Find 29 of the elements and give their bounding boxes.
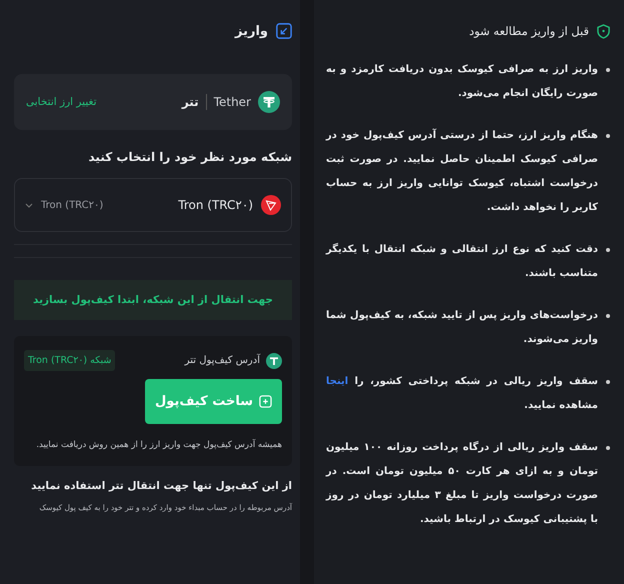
deposit-icon bbox=[276, 23, 292, 39]
tether-icon bbox=[266, 352, 282, 368]
currency-symbol: Tether bbox=[214, 95, 251, 109]
note-text: سقف واریز ریالی از درگاه پرداخت روزانه ۱۰۰ میلیون تومان و به ازای هر کارت ۵۰ میلیون تومان است. در صورت درخواست واریز تا مبلغ ۳ میلیارد تومان در روز با پشتیبانی کیوسک در ارتباط باشید. bbox=[326, 440, 598, 527]
tether-icon bbox=[258, 91, 280, 113]
warning-title: از این کیف‌پول تنها جهت انتقال تتر استفاده نمایید bbox=[30, 480, 292, 492]
wallet-label: آدرس کیف‌پول تتر bbox=[184, 355, 260, 366]
network-value: Tron (TRC۲۰) bbox=[41, 200, 104, 210]
network-prompt: شبکه مورد نظر خود را انتخاب کنید bbox=[88, 150, 292, 164]
shield-icon bbox=[597, 24, 610, 38]
currency-name: تتر bbox=[182, 95, 199, 109]
notes-title: قبل از واریز مطالعه شود bbox=[469, 24, 589, 38]
note-text: مشاهده نمایید. bbox=[524, 400, 598, 411]
plus-icon bbox=[259, 395, 272, 408]
change-currency-link[interactable]: تغییر ارز انتخابی bbox=[26, 96, 97, 108]
wallet-note: همیشه آدرس کیف‌پول جهت واریز ارز را از همین روش دریافت نمایید. bbox=[35, 440, 282, 450]
network-tag: شبکه Tron (TRC۲۰) bbox=[24, 350, 116, 371]
page-title: واریز bbox=[235, 24, 268, 38]
note-text: دقت کنید که نوع ارز انتقالی و شبکه انتقال با یکدیگر متناسب باشند. bbox=[326, 242, 598, 281]
tron-icon bbox=[261, 195, 281, 215]
network-select[interactable]: Tron (TRC۲۰) Tron (TRC۲۰) bbox=[14, 178, 292, 232]
note-text: سقف واریز ریالی در شبکه پرداختی کشور، را bbox=[354, 376, 598, 387]
note-text: هنگام واریز ارز، حتما از درستی آدرس کیف‌پول خود در صرافی کیوسک اطمینان حاصل نمایید. در صورت ثبت درخواست اشتباه، کیوسک توانایی واریز ارز به حساب کاربر را نخواهد داشت. bbox=[326, 128, 598, 215]
network-name: Tron (TRC۲۰) bbox=[178, 198, 253, 212]
info-banner: جهت انتقال از این شبکه، ابتدا کیف‌پول بسازید bbox=[14, 280, 292, 320]
note-text: واریز ارز به صرافی کیوسک بدون دریافت کارمزد و به صورت رایگان انجام می‌شود. bbox=[326, 63, 598, 101]
chevron-down-icon bbox=[25, 202, 33, 208]
here-link[interactable]: اینجا bbox=[326, 376, 348, 387]
note-text: درخواست‌های واریز پس از تایید شبکه، به کیف‌پول شما واریز می‌شوند. bbox=[326, 309, 598, 347]
